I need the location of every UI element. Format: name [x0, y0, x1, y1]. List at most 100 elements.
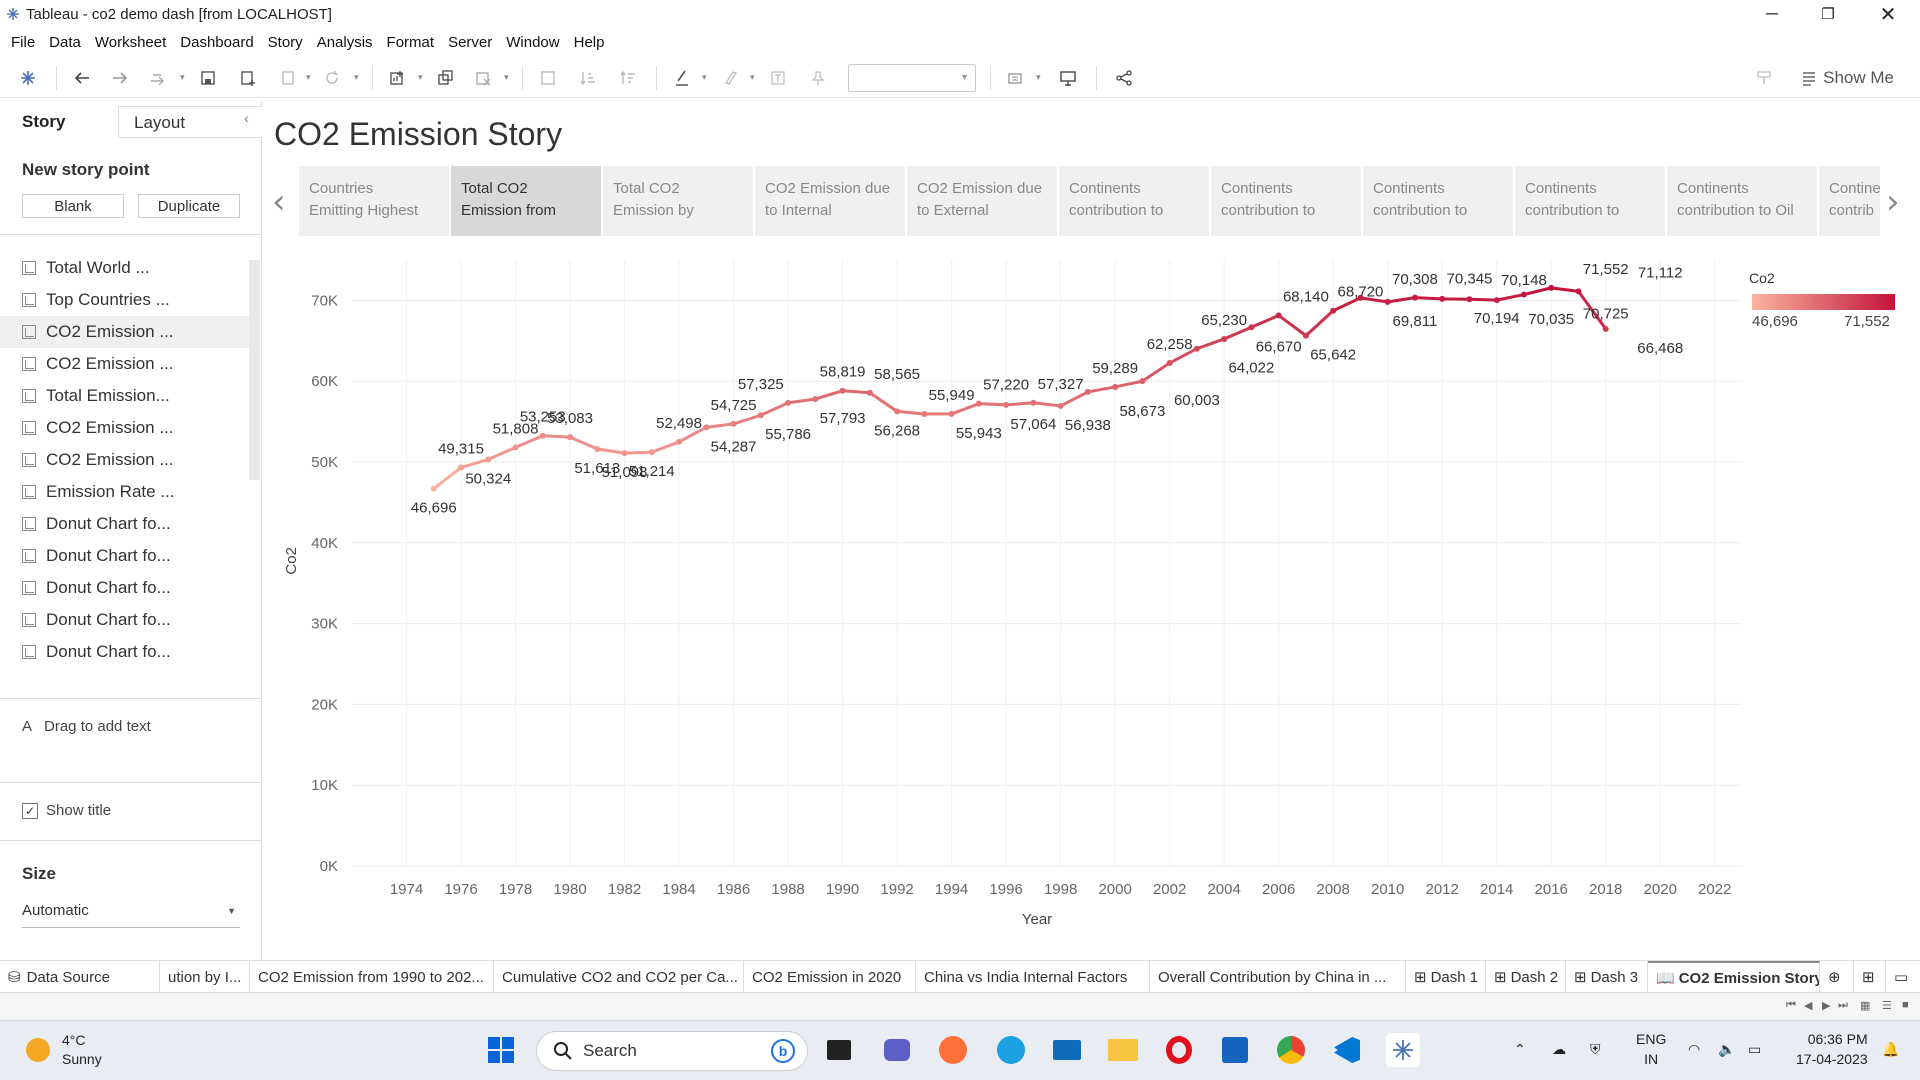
tableau-home-icon[interactable] [16, 66, 40, 90]
taskbar-search[interactable]: Search b [536, 1031, 808, 1071]
next-sheet-icon[interactable]: ▶ [1822, 999, 1830, 1012]
windows-start-icon[interactable] [484, 1033, 518, 1067]
filmstrip-view-icon[interactable]: ■ [1902, 999, 1909, 1011]
menu-server[interactable]: Server [441, 34, 499, 51]
fit-icon[interactable] [1004, 66, 1028, 90]
tab-data-source[interactable]: ⛁ Data Source [0, 961, 160, 993]
sheet-tab[interactable]: ution by I... [160, 961, 250, 993]
story-point-tab[interactable]: Total CO2 Emission from [451, 166, 601, 236]
minimize-button[interactable]: ─ [1744, 0, 1800, 28]
vscode-icon[interactable] [1330, 1033, 1364, 1067]
sheet-item[interactable]: CO2 Emission ... [0, 412, 250, 444]
battery-icon[interactable]: ▭ [1748, 1039, 1761, 1059]
last-sheet-icon[interactable]: ⏭ [1838, 999, 1848, 1012]
sheet-item[interactable]: Donut Chart fo... [0, 636, 250, 668]
prev-sheet-icon[interactable]: ◀ [1804, 999, 1812, 1012]
story-prev-arrow-icon[interactable]: ‹ [272, 182, 286, 222]
duplicate-button[interactable]: Duplicate [138, 194, 240, 218]
sheet-tab[interactable]: Overall Contribution by China in ... [1150, 961, 1406, 993]
cloud-icon[interactable]: ☁ [1552, 1039, 1566, 1059]
undo-icon[interactable] [70, 66, 94, 90]
firefox-icon[interactable] [936, 1033, 970, 1067]
story-point-tab[interactable]: Continents contribution to [1211, 166, 1361, 236]
sheet-tab[interactable]: Cumulative CO2 and CO2 per Ca... [494, 961, 744, 993]
new-story-tab-icon[interactable]: ▭ [1886, 961, 1920, 993]
presentation-mode-icon[interactable] [1056, 66, 1080, 90]
replay-icon[interactable] [146, 66, 170, 90]
sheet-item[interactable]: Top Countries ... [0, 284, 250, 316]
menu-dashboard[interactable]: Dashboard [173, 34, 260, 51]
swap-rows-columns-icon[interactable] [536, 66, 560, 90]
dashboard-tab[interactable]: ⊞ Dash 2 [1486, 961, 1566, 993]
sheets-scrollbar[interactable] [249, 260, 260, 480]
story-point-tab[interactable]: Continents contribution to Oil [1667, 166, 1817, 236]
notifications-icon[interactable]: 🔔 [1882, 1039, 1899, 1059]
weather-widget[interactable]: 4°C Sunny [26, 1031, 102, 1069]
sheet-item[interactable]: CO2 Emission ... [0, 348, 250, 380]
opera-icon[interactable] [1162, 1033, 1196, 1067]
story-point-tab[interactable]: CO2 Emission due to External [907, 166, 1057, 236]
clear-sheet-icon[interactable] [472, 66, 496, 90]
collapse-pane-icon[interactable]: ‹ [244, 110, 249, 126]
chevron-up-icon[interactable]: ⌃ [1514, 1039, 1526, 1059]
dashboard-tab[interactable]: ⊞ Dash 1 [1406, 961, 1486, 993]
menu-analysis[interactable]: Analysis [310, 34, 380, 51]
tab-story[interactable]: Story [22, 112, 65, 132]
sheet-item[interactable]: Donut Chart fo... [0, 508, 250, 540]
toolbar-combo[interactable]: ▼ [848, 64, 976, 92]
sheet-item[interactable]: Donut Chart fo... [0, 604, 250, 636]
show-mark-labels-icon[interactable] [766, 66, 790, 90]
list-view-icon[interactable]: ☰ [1882, 999, 1892, 1012]
mail-icon[interactable] [1050, 1033, 1084, 1067]
size-dropdown[interactable]: Automatic ▼ [22, 902, 240, 928]
edge-icon[interactable] [994, 1033, 1028, 1067]
close-button[interactable]: ✕ [1860, 0, 1916, 28]
story-tab[interactable]: 📖 CO2 Emission Story [1648, 961, 1820, 993]
share-icon[interactable] [1112, 66, 1136, 90]
story-point-tab[interactable]: Countries Emitting Highest [299, 166, 449, 236]
sheet-item[interactable]: Total World ... [0, 252, 250, 284]
new-worksheet-tab-icon[interactable]: ⊕ [1820, 961, 1854, 993]
save-icon[interactable] [196, 66, 220, 90]
dashboard-tab[interactable]: ⊞ Dash 3 [1566, 961, 1648, 993]
story-point-tab[interactable]: Total CO2 Emission by [603, 166, 753, 236]
menu-file[interactable]: File [4, 34, 42, 51]
story-next-arrow-icon[interactable]: › [1886, 182, 1900, 222]
sheet-tab[interactable]: China vs India Internal Factors [916, 961, 1150, 993]
volume-icon[interactable]: 🔈 [1718, 1039, 1735, 1059]
tableau-taskbar-icon[interactable] [1386, 1033, 1420, 1067]
task-view-icon[interactable] [822, 1033, 856, 1067]
file-explorer-icon[interactable] [1106, 1033, 1140, 1067]
chrome-icon[interactable] [1274, 1033, 1308, 1067]
format-painter-icon[interactable] [1752, 66, 1776, 90]
story-point-tab[interactable]: Continents contribution to [1363, 166, 1513, 236]
highlight-icon[interactable] [670, 66, 694, 90]
sheet-tab[interactable]: CO2 Emission from 1990 to 202... [250, 961, 494, 993]
sheet-item[interactable]: CO2 Emission ... [0, 444, 250, 476]
show-me-button[interactable]: Show Me [1801, 68, 1894, 88]
sheet-tab[interactable]: CO2 Emission in 2020 [744, 961, 916, 993]
story-point-tab[interactable]: Continents contribution to [1515, 166, 1665, 236]
azure-data-studio-icon[interactable] [1218, 1033, 1252, 1067]
fix-axes-icon[interactable] [806, 66, 830, 90]
menu-help[interactable]: Help [567, 34, 612, 51]
new-worksheet-icon[interactable] [386, 66, 410, 90]
story-point-tab[interactable]: CO2 Emission due to Internal [755, 166, 905, 236]
menu-story[interactable]: Story [261, 34, 310, 51]
tab-layout[interactable]: Layout [118, 106, 262, 138]
language-indicator[interactable]: ENG IN [1636, 1029, 1666, 1069]
menu-data[interactable]: Data [42, 34, 88, 51]
story-point-tab[interactable]: Contine contrib [1819, 166, 1880, 236]
blank-button[interactable]: Blank [22, 194, 124, 218]
sort-ascending-icon[interactable] [576, 66, 600, 90]
new-data-source-icon[interactable] [236, 66, 260, 90]
drag-text-item[interactable]: A Drag to add text [22, 718, 151, 735]
pause-updates-icon[interactable] [276, 66, 300, 90]
wifi-icon[interactable]: ◠ [1688, 1039, 1700, 1059]
sort-descending-icon[interactable] [616, 66, 640, 90]
security-icon[interactable]: ⛨ [1590, 1039, 1601, 1059]
story-point-tab[interactable]: Continents contribution to [1059, 166, 1209, 236]
sheet-item[interactable]: Emission Rate ... [0, 476, 250, 508]
menu-window[interactable]: Window [499, 34, 566, 51]
duplicate-sheet-icon[interactable] [434, 66, 458, 90]
